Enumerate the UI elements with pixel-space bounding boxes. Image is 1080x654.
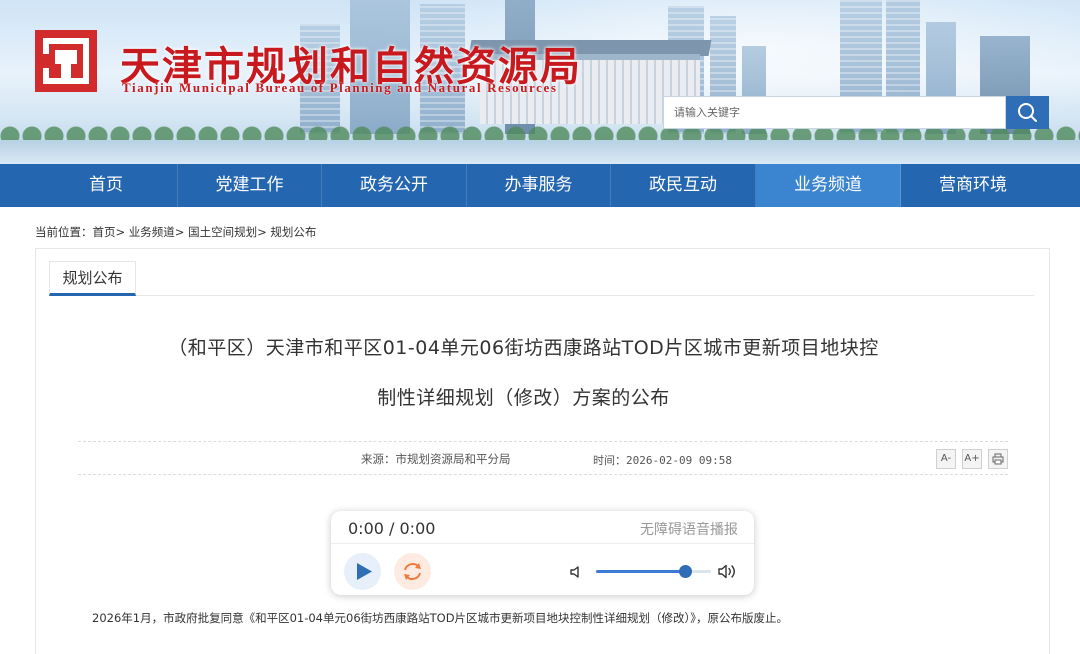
breadcrumb-item-spatial-planning[interactable]: 国土空间规划 [188, 225, 257, 239]
breadcrumb-prefix: 当前位置： [35, 225, 93, 239]
search-button[interactable] [1006, 96, 1049, 129]
font-larger-button[interactable]: A+ [962, 449, 982, 469]
search-input[interactable] [663, 96, 1006, 129]
font-smaller-label: A- [940, 453, 952, 464]
article-body: 2026年1月，市政府批复同意《和平区01-04单元06街坊西康路站TOD片区城… [92, 611, 789, 625]
breadcrumb-separator: > [257, 225, 267, 239]
logo-gap [35, 54, 49, 68]
volume-max-icon[interactable] [718, 563, 738, 580]
tab-planning-announcement[interactable]: 规划公布 [49, 261, 136, 296]
font-smaller-button[interactable]: A- [936, 449, 956, 469]
volume-slider[interactable] [596, 565, 711, 578]
article-source: 来源：市规划资源局和平分局 [361, 452, 511, 466]
breadcrumb-item-business-channel[interactable]: 业务频道 [129, 225, 175, 239]
logo-stem [61, 64, 71, 78]
search-icon [1018, 103, 1037, 122]
loop-button[interactable] [394, 553, 431, 590]
logo-notch [55, 50, 77, 64]
main-nav: 首页 党建工作 政务公开 办事服务 政民互动 业务频道 营商环境 [0, 164, 1080, 207]
header-banner: 天津市规划和自然资源局 Tianjin Municipal Bureau of … [0, 0, 1080, 164]
player-label: 无障碍语音播报 [640, 522, 738, 538]
audio-player: 0:00 / 0:00 无障碍语音播报 [331, 511, 754, 595]
volume-icon[interactable] [569, 565, 583, 579]
nav-item-business-environment[interactable]: 营商环境 [901, 164, 1045, 207]
breadcrumb-item-home[interactable]: 首页 [93, 225, 116, 239]
site-subtitle: Tianjin Municipal Bureau of Planning and… [122, 80, 558, 95]
nav-item-government-affairs[interactable]: 政务公开 [322, 164, 467, 207]
nav-item-party-building[interactable]: 党建工作 [178, 164, 322, 207]
meta-divider-top [78, 441, 1008, 442]
breadcrumb: 当前位置：首页> 业务频道> 国土空间规划> 规划公布 [35, 224, 316, 240]
volume-knob[interactable] [678, 565, 692, 578]
article-title-line1: （和平区）天津市和平区01-04单元06街坊西康路站TOD片区城市更新项目地块控 [168, 337, 879, 359]
player-divider [331, 543, 754, 544]
article-title-line2: 制性详细规划（修改）方案的公布 [377, 387, 670, 409]
nav-item-business-channel[interactable]: 业务频道 [756, 164, 901, 207]
breadcrumb-separator: > [174, 225, 185, 239]
article-time: 时间：2026-02-09 09:58 [593, 454, 732, 467]
play-icon [357, 563, 372, 580]
volume-fill [596, 570, 685, 573]
nav-item-services[interactable]: 办事服务 [467, 164, 611, 207]
loop-icon [404, 563, 421, 580]
nav-item-interaction[interactable]: 政民互动 [611, 164, 756, 207]
player-time: 0:00 / 0:00 [348, 519, 436, 538]
content-panel: 规划公布 （和平区）天津市和平区01-04单元06街坊西康路站TOD片区城市更新… [35, 248, 1050, 654]
breadcrumb-item-planning-announcement[interactable]: 规划公布 [270, 225, 316, 239]
breadcrumb-separator: > [115, 225, 126, 239]
meta-divider-bottom [78, 474, 1008, 475]
font-larger-label: A+ [964, 453, 980, 464]
print-icon [992, 453, 1004, 465]
panel-tab-divider [49, 295, 1034, 296]
print-button[interactable] [988, 449, 1008, 469]
site-logo[interactable] [35, 30, 97, 92]
nav-item-home[interactable]: 首页 [35, 164, 178, 207]
play-button[interactable] [344, 553, 381, 590]
banner-river [0, 140, 1080, 164]
